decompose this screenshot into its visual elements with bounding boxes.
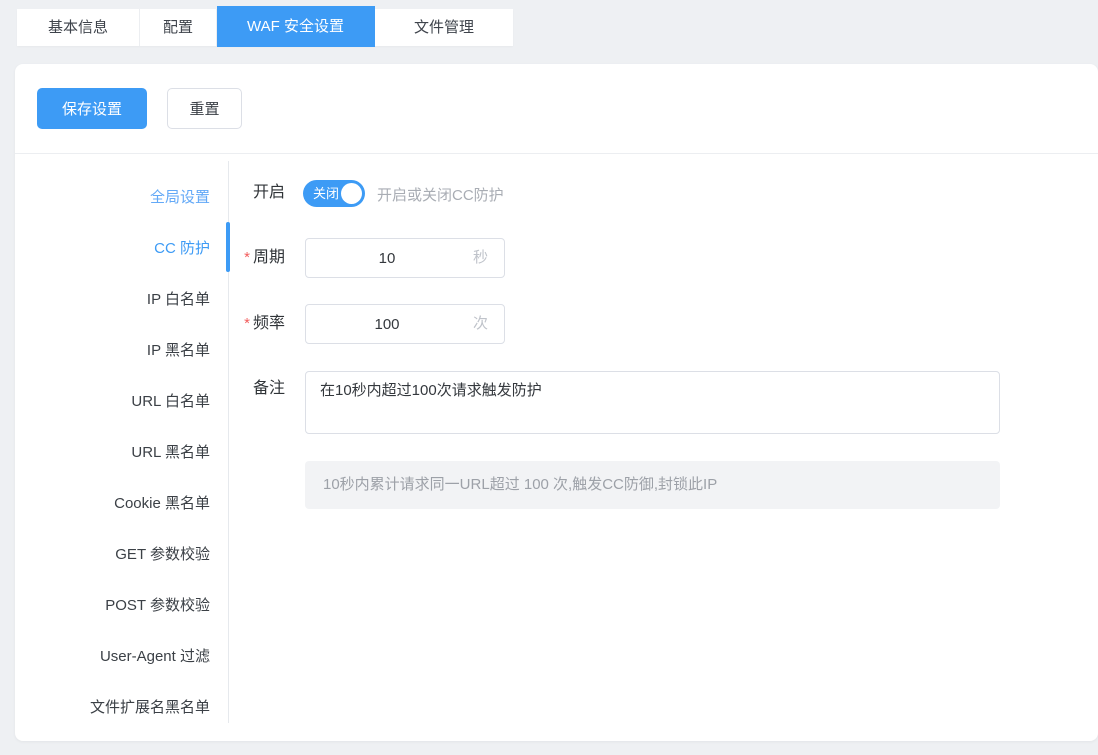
- enable-hint-text: 开启或关闭CC防护: [377, 187, 504, 204]
- required-mark: *: [244, 315, 250, 332]
- required-mark: *: [244, 249, 250, 266]
- top-tab-bar: 基本信息 配置 WAF 安全设置 文件管理: [17, 6, 513, 47]
- reset-button[interactable]: 重置: [167, 88, 242, 129]
- tab-basic-info[interactable]: 基本信息: [17, 9, 140, 46]
- sidebar-item-get-param-validation[interactable]: GET 参数校验: [15, 529, 228, 580]
- toolbar-divider: [15, 153, 1098, 154]
- frequency-unit: 次: [472, 315, 488, 332]
- period-field: 秒: [305, 238, 505, 278]
- sidebar-item-file-ext-blacklist[interactable]: 文件扩展名黑名单: [15, 682, 228, 733]
- sidebar-item-cc-protection[interactable]: CC 防护: [15, 223, 228, 274]
- sidebar-item-global-settings[interactable]: 全局设置: [15, 172, 228, 223]
- frequency-field: 次: [305, 304, 505, 344]
- cc-enable-toggle[interactable]: 关闭: [303, 180, 365, 207]
- tab-waf-security-settings[interactable]: WAF 安全设置: [217, 6, 375, 47]
- enable-label: 开启: [252, 184, 285, 201]
- period-label: * 周期: [244, 249, 285, 266]
- waf-settings-panel: 保存设置 重置 全局设置 CC 防护 IP 白名单 IP 黑名单 URL 白名单…: [15, 64, 1098, 741]
- sidebar-item-user-agent-filter[interactable]: User-Agent 过滤: [15, 631, 228, 682]
- period-unit: 秒: [472, 249, 488, 266]
- sidebar-item-ip-blacklist[interactable]: IP 黑名单: [15, 325, 228, 376]
- toggle-state-text: 关闭: [313, 186, 340, 201]
- cc-help-text: 10秒内累计请求同一URL超过 100 次,触发CC防御,封锁此IP: [305, 461, 1000, 509]
- remark-textarea[interactable]: 在10秒内超过100次请求触发防护: [305, 371, 1000, 434]
- sidebar-item-ip-whitelist[interactable]: IP 白名单: [15, 274, 228, 325]
- sidebar-item-cookie-blacklist[interactable]: Cookie 黑名单: [15, 478, 228, 529]
- toggle-knob: [341, 183, 362, 204]
- waf-sidebar-menu: 全局设置 CC 防护 IP 白名单 IP 黑名单 URL 白名单 URL 黑名单…: [15, 172, 228, 733]
- sidebar-item-url-blacklist[interactable]: URL 黑名单: [15, 427, 228, 478]
- remark-label: 备注: [252, 380, 285, 397]
- frequency-label: * 频率: [244, 315, 285, 332]
- tab-file-management[interactable]: 文件管理: [375, 9, 513, 46]
- sidebar-item-post-param-validation[interactable]: POST 参数校验: [15, 580, 228, 631]
- sidebar-item-url-whitelist[interactable]: URL 白名单: [15, 376, 228, 427]
- save-settings-button[interactable]: 保存设置: [37, 88, 147, 129]
- tab-config[interactable]: 配置: [140, 9, 217, 46]
